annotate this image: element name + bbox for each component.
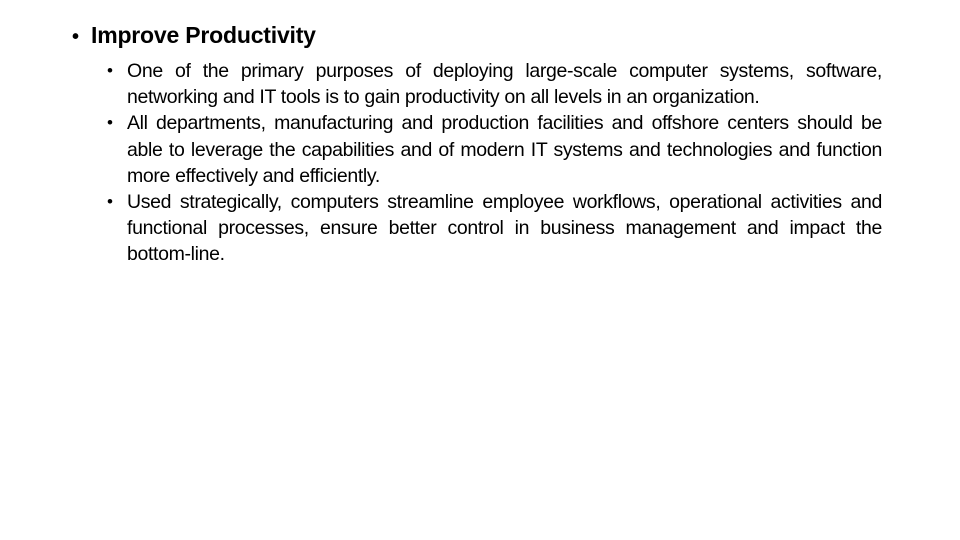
list-item-text: Used strategically, computers streamline… <box>127 191 882 266</box>
list-item: • Used strategically, computers streamli… <box>107 189 882 268</box>
list-item: • All departments, manufacturing and pro… <box>107 110 882 189</box>
bullet-icon: • <box>107 61 113 80</box>
bullet-icon: • <box>107 113 113 133</box>
bullet-icon: • <box>72 26 79 48</box>
bullet-list: • One of the primary purposes of deployi… <box>107 58 882 268</box>
bullet-icon: • <box>107 192 113 212</box>
heading-text: Improve Productivity <box>91 22 316 48</box>
list-item-text: One of the primary purposes of deploying… <box>127 60 882 109</box>
list-item: • One of the primary purposes of deployi… <box>107 58 882 110</box>
slide: • Improve Productivity • One of the prim… <box>0 0 960 540</box>
slide-heading: • Improve Productivity <box>72 22 316 49</box>
list-item-text: All departments, manufacturing and produ… <box>127 112 882 187</box>
